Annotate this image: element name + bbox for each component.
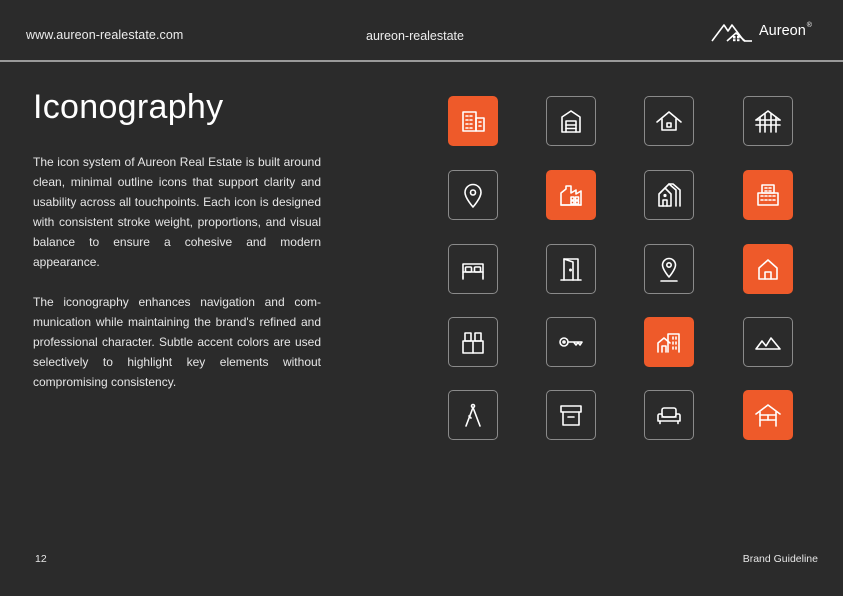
icon-tile [448, 96, 498, 146]
icon-tile [546, 96, 596, 146]
header-divider [0, 60, 843, 62]
compass-icon [465, 403, 481, 427]
icon-tile [546, 244, 596, 294]
icon-tile [448, 244, 498, 294]
icon-tile [743, 170, 793, 220]
icon-tile [448, 170, 498, 220]
apartment-block-icon [757, 184, 779, 206]
icon-tile [546, 390, 596, 440]
door-icon [560, 258, 582, 281]
aureon-logo-icon [711, 24, 752, 42]
sofa-icon [657, 407, 681, 425]
brand-logo: Aureon ® [711, 20, 812, 44]
location-pin-icon [464, 183, 482, 208]
icon-tile [546, 170, 596, 220]
shelter-icon [755, 404, 781, 427]
page-header: www.aureon-realestate.com aureon-realest… [0, 0, 843, 62]
icon-tile [743, 317, 793, 367]
intro-paragraph: The icon system of Aureon Real Estate is… [33, 155, 321, 269]
garage-icon [561, 110, 581, 133]
icon-tile [644, 96, 694, 146]
footer-label: Brand Guideline [742, 553, 818, 565]
website-url[interactable]: www.aureon-realestate.com [26, 28, 183, 42]
icon-tile [448, 317, 498, 367]
icon-grid [448, 96, 796, 442]
header-handle: aureon-realestate [366, 29, 464, 43]
icon-tile [743, 96, 793, 146]
icon-tile [743, 244, 793, 294]
secondary-paragraph: The iconography enhances navigation and … [33, 295, 321, 389]
brand-name: Aureon [759, 23, 806, 39]
icon-tile [546, 317, 596, 367]
mountains-icon [755, 337, 781, 350]
icon-tile [448, 390, 498, 440]
bed-icon [462, 263, 484, 280]
registered-mark: ® [806, 21, 812, 29]
icon-tile [644, 170, 694, 220]
archive-box-icon [560, 405, 582, 426]
page-number: 12 [35, 553, 47, 565]
home-building-icon [657, 333, 680, 353]
factory-icon [560, 185, 582, 206]
map-pin-base-icon [660, 257, 678, 282]
houses-row-icon [658, 183, 681, 207]
office-building-icon [462, 111, 485, 132]
icon-tile [644, 317, 694, 367]
page-title: Iconography [33, 88, 224, 126]
house-roof-icon [656, 111, 682, 131]
key-icon [559, 337, 583, 347]
roof-frame-icon [755, 110, 781, 133]
icon-tile [644, 390, 694, 440]
home-icon [758, 259, 778, 280]
gift-box-icon [462, 332, 484, 354]
icon-tile [743, 390, 793, 440]
icon-tile [644, 244, 694, 294]
